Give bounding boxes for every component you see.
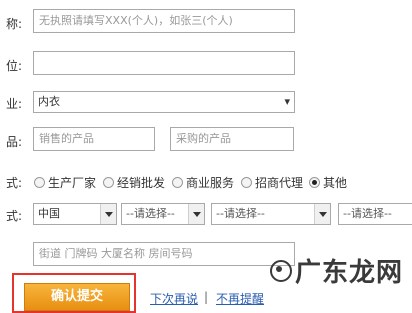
radio-circle-icon (34, 177, 45, 188)
radio-checked-icon (309, 177, 320, 188)
radio-circle-icon (241, 177, 252, 188)
radio-label: 其他 (323, 176, 348, 190)
contact-address-label: 式: (5, 209, 22, 223)
district-select-value: --请选择-- (343, 207, 392, 220)
watermark-text: 广东龙网 (295, 258, 404, 288)
country-select-value: 中国 (38, 207, 60, 220)
position-input[interactable] (33, 51, 295, 75)
buy-products-input[interactable]: 采购的产品 (170, 127, 294, 151)
chevron-down-icon: ▾ (284, 95, 290, 108)
submit-button[interactable]: 确认提交 (24, 283, 130, 311)
link-separator: | (204, 290, 209, 304)
radio-circle-icon (103, 177, 114, 188)
radio-manufacturer[interactable]: 生产厂家 (34, 174, 96, 191)
sell-products-input[interactable]: 销售的产品 (33, 127, 155, 151)
chevron-down-icon (100, 204, 116, 224)
buy-products-placeholder: 采购的产品 (176, 132, 231, 145)
city-select[interactable]: --请选择-- (211, 203, 331, 225)
radio-label: 生产厂家 (48, 176, 97, 190)
radio-commercial-service[interactable]: 商业服务 (172, 174, 234, 191)
position-label: 位: (5, 59, 22, 73)
city-select-value: --请选择-- (216, 207, 265, 220)
radio-label: 招商代理 (255, 176, 304, 190)
radio-wholesale[interactable]: 经销批发 (103, 174, 165, 191)
products-label: 品: (5, 135, 22, 149)
watermark-logo: 广东龙网 (270, 252, 403, 289)
industry-label: 业: (5, 97, 22, 111)
district-select[interactable]: --请选择-- (338, 203, 412, 225)
province-select-value: --请选择-- (126, 207, 175, 220)
company-name-placeholder: 无执照请填写XXX(个人)，如张三(个人) (39, 14, 233, 27)
no-remind-link[interactable]: 不再提醒 (216, 290, 264, 307)
radio-label: 商业服务 (186, 176, 235, 190)
remind-later-link[interactable]: 下次再说 (150, 290, 198, 307)
street-address-placeholder: 街道 门牌码 大厦名称 房间号码 (39, 247, 193, 260)
chevron-down-icon (188, 204, 204, 224)
company-name-input[interactable]: 无执照请填写XXX(个人)，如张三(个人) (33, 9, 295, 33)
company-name-label: 称: (5, 17, 22, 31)
radio-circle-icon (172, 177, 183, 188)
province-select[interactable]: --请选择-- (121, 203, 205, 225)
industry-select[interactable]: 内衣 ▾ (33, 91, 295, 113)
radio-agency[interactable]: 招商代理 (241, 174, 303, 191)
chevron-down-icon (314, 204, 330, 224)
street-address-input[interactable]: 街道 门牌码 大厦名称 房间号码 (33, 242, 295, 266)
radio-label: 经销批发 (117, 176, 166, 190)
sell-products-placeholder: 销售的产品 (39, 132, 94, 145)
radio-other[interactable]: 其他 (309, 174, 347, 191)
country-select[interactable]: 中国 (33, 203, 117, 225)
business-mode-label: 式: (5, 176, 22, 190)
industry-select-value: 内衣 (38, 95, 60, 108)
watermark-mark-icon (270, 259, 292, 282)
